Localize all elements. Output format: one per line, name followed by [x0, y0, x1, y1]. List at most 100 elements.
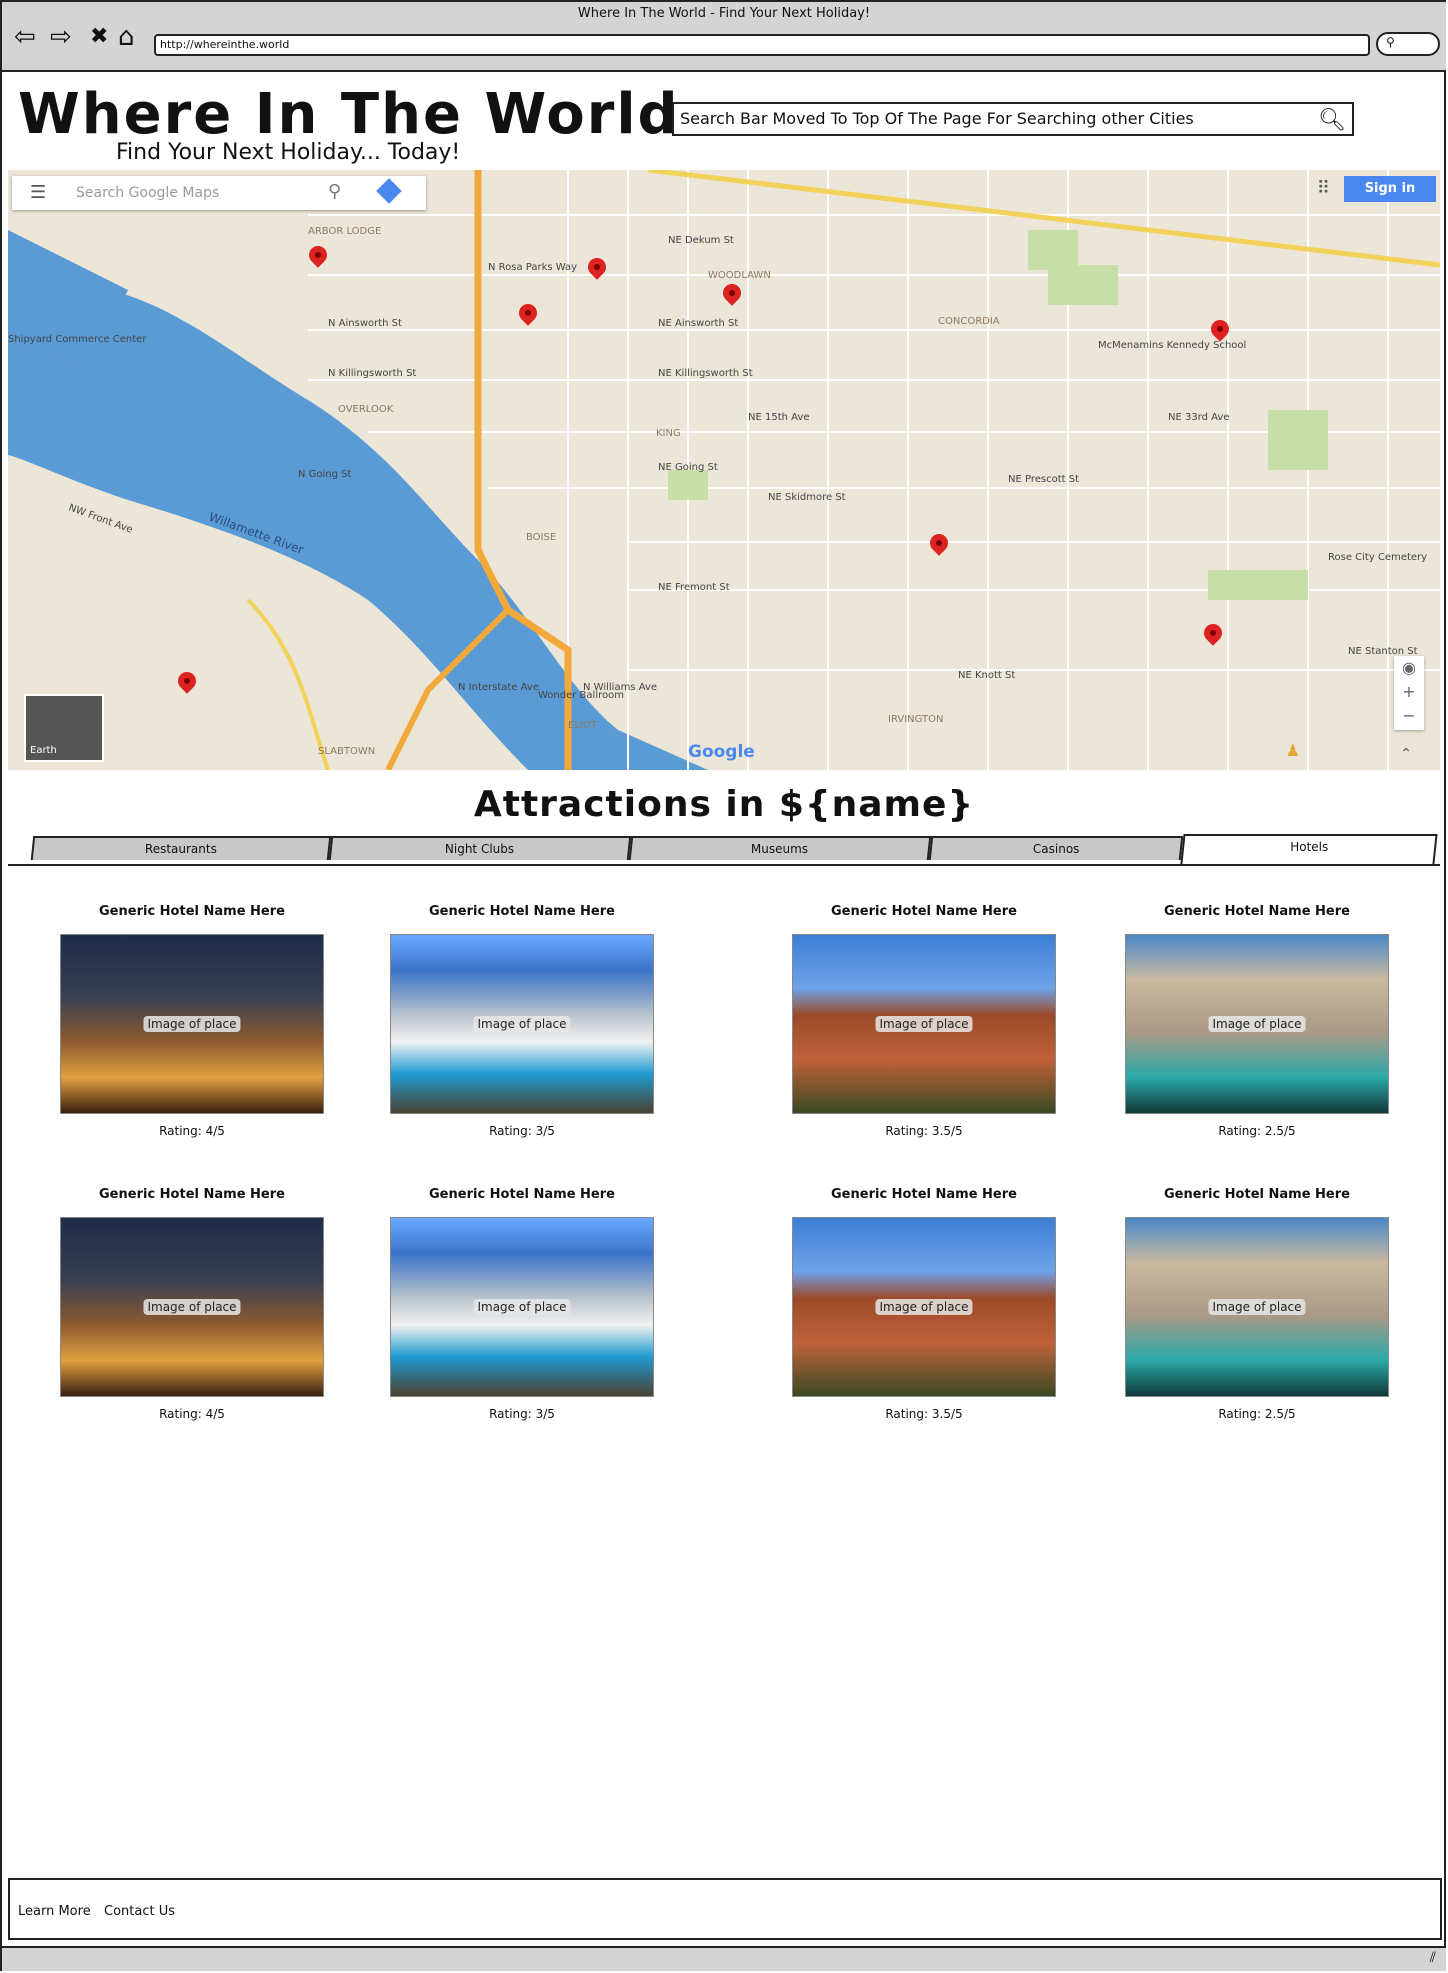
zoom-in-button[interactable]: +: [1394, 680, 1424, 704]
hotel-card[interactable]: Generic Hotel Name Here Image of place R…: [1125, 904, 1389, 1138]
earth-view-toggle[interactable]: Earth: [24, 694, 104, 762]
district-label: IRVINGTON: [888, 714, 943, 725]
park: [1208, 570, 1308, 600]
map[interactable]: N Rosa Parks Way N Ainsworth St N Killin…: [8, 170, 1440, 770]
image-label: Image of place: [473, 1299, 571, 1315]
street-label: NE 15th Ave: [748, 412, 809, 423]
hotel-card[interactable]: Generic Hotel Name Here Image of place R…: [390, 1187, 654, 1421]
hotel-card[interactable]: Generic Hotel Name Here Image of place R…: [60, 1187, 324, 1421]
hotel-card[interactable]: Generic Hotel Name Here Image of place R…: [60, 904, 324, 1138]
site-subtitle: Find Your Next Holiday... Today!: [116, 140, 461, 165]
image-label: Image of place: [143, 1016, 241, 1032]
tab-casinos[interactable]: Casinos: [928, 836, 1184, 860]
district-label: CONCORDIA: [938, 316, 1000, 327]
expand-icon[interactable]: ⌃: [1400, 746, 1412, 762]
street-label: N Interstate Ave: [458, 682, 539, 693]
locate-icon[interactable]: ◉: [1394, 656, 1424, 680]
street-label: NE Prescott St: [1008, 474, 1079, 485]
hotel-name: Generic Hotel Name Here: [99, 904, 285, 919]
hotel-card[interactable]: Generic Hotel Name Here Image of place R…: [1125, 1187, 1389, 1421]
forward-icon[interactable]: ⇨: [50, 22, 72, 52]
park: [668, 470, 708, 500]
hotel-image[interactable]: Image of place: [1125, 1217, 1389, 1397]
street-label: NE Dekum St: [668, 235, 734, 246]
hotel-name: Generic Hotel Name Here: [831, 1187, 1017, 1202]
browser-search-field[interactable]: ⚲: [1376, 32, 1440, 56]
image-label: Image of place: [473, 1016, 571, 1032]
search-icon[interactable]: ⚲: [328, 181, 341, 202]
hotel-image[interactable]: Image of place: [60, 1217, 324, 1397]
zoom-controls: ◉ + −: [1394, 656, 1424, 730]
district-label: ELIOT: [568, 720, 598, 731]
street-view-pegman-icon[interactable]: ♟: [1286, 741, 1300, 760]
hotel-image[interactable]: Image of place: [60, 934, 324, 1114]
map-search-box[interactable]: ☰ Search Google Maps ⚲: [12, 176, 426, 210]
map-canvas: N Rosa Parks Way N Ainsworth St N Killin…: [8, 170, 1440, 770]
street-label: NE Knott St: [958, 670, 1015, 681]
district-label: ARBOR LODGE: [308, 226, 381, 237]
earth-label: Earth: [30, 745, 57, 756]
image-label: Image of place: [875, 1299, 973, 1315]
browser-chrome: Where In The World - Find Your Next Holi…: [2, 2, 1446, 72]
resize-grip-icon[interactable]: ⫽: [1430, 1950, 1436, 1966]
tab-hotels[interactable]: Hotels: [1180, 834, 1438, 864]
contact-us-link[interactable]: Contact Us: [104, 1904, 175, 1919]
back-icon[interactable]: ⇦: [14, 22, 36, 52]
learn-more-link[interactable]: Learn More: [18, 1904, 91, 1919]
stop-icon[interactable]: ✖: [90, 22, 108, 52]
hotel-card[interactable]: Generic Hotel Name Here Image of place R…: [792, 904, 1056, 1138]
zoom-out-button[interactable]: −: [1394, 704, 1424, 728]
hotel-image[interactable]: Image of place: [390, 1217, 654, 1397]
st-helens-rd: [246, 598, 330, 770]
street-label: N Ainsworth St: [328, 318, 402, 329]
menu-icon[interactable]: ☰: [30, 182, 46, 203]
street-label: N Going St: [298, 469, 352, 480]
hotel-rating: Rating: 4/5: [159, 1124, 225, 1138]
hotel-rating: Rating: 3/5: [489, 1407, 555, 1421]
status-bar: ⫽: [2, 1946, 1446, 1971]
street-label: NE Fremont St: [658, 582, 730, 593]
directions-icon[interactable]: [376, 178, 402, 204]
sign-in-button[interactable]: Sign in: [1344, 176, 1436, 202]
hotel-image[interactable]: Image of place: [390, 934, 654, 1114]
image-label: Image of place: [1208, 1299, 1306, 1315]
street-label: NE 33rd Ave: [1168, 412, 1230, 423]
window-title: Where In The World - Find Your Next Holi…: [577, 6, 871, 21]
hotel-card[interactable]: Generic Hotel Name Here Image of place R…: [792, 1187, 1056, 1421]
city-search-input[interactable]: Search Bar Moved To Top Of The Page For …: [672, 102, 1354, 136]
footer: Learn More Contact Us: [8, 1878, 1442, 1940]
district-label: OVERLOOK: [338, 404, 394, 415]
district-label: SLABTOWN: [318, 746, 375, 757]
search-icon: ⚲: [1386, 35, 1395, 49]
attraction-tabs: Restaurants Night Clubs Museums Casinos …: [8, 834, 1440, 866]
attractions-heading: Attractions in ${name}: [473, 784, 975, 825]
street-label: NE Killingsworth St: [658, 368, 753, 379]
hotel-image[interactable]: Image of place: [792, 934, 1056, 1114]
hotel-rating: Rating: 3/5: [489, 1124, 555, 1138]
url-bar[interactable]: http://whereinthe.world: [154, 34, 1370, 56]
google-logo: Google: [688, 742, 755, 762]
hotel-rating: Rating: 2.5/5: [1218, 1124, 1296, 1138]
poi-label: Rose City Cemetery: [1328, 552, 1427, 563]
tab-night-clubs[interactable]: Night Clubs: [328, 836, 632, 860]
hotel-name: Generic Hotel Name Here: [831, 904, 1017, 919]
hotel-name: Generic Hotel Name Here: [99, 1187, 285, 1202]
hotel-card[interactable]: Generic Hotel Name Here Image of place R…: [390, 904, 654, 1138]
image-label: Image of place: [143, 1299, 241, 1315]
park: [1028, 230, 1078, 270]
tab-restaurants[interactable]: Restaurants: [30, 836, 332, 860]
street-label: NW Front Ave: [67, 502, 134, 535]
park: [1048, 265, 1118, 305]
site-title[interactable]: Where In The World: [18, 84, 680, 146]
park: [1268, 410, 1328, 470]
hotel-image[interactable]: Image of place: [1125, 934, 1389, 1114]
search-icon[interactable]: 🔍︎: [1318, 106, 1346, 136]
apps-grid-icon[interactable]: ⠿: [1317, 178, 1330, 199]
street-label: NE Going St: [658, 462, 718, 473]
hotel-name: Generic Hotel Name Here: [1164, 1187, 1350, 1202]
district-label: BOISE: [526, 532, 556, 543]
hotel-image[interactable]: Image of place: [792, 1217, 1056, 1397]
home-icon[interactable]: ⌂: [118, 22, 135, 52]
tab-museums[interactable]: Museums: [628, 836, 932, 860]
image-label: Image of place: [1208, 1016, 1306, 1032]
